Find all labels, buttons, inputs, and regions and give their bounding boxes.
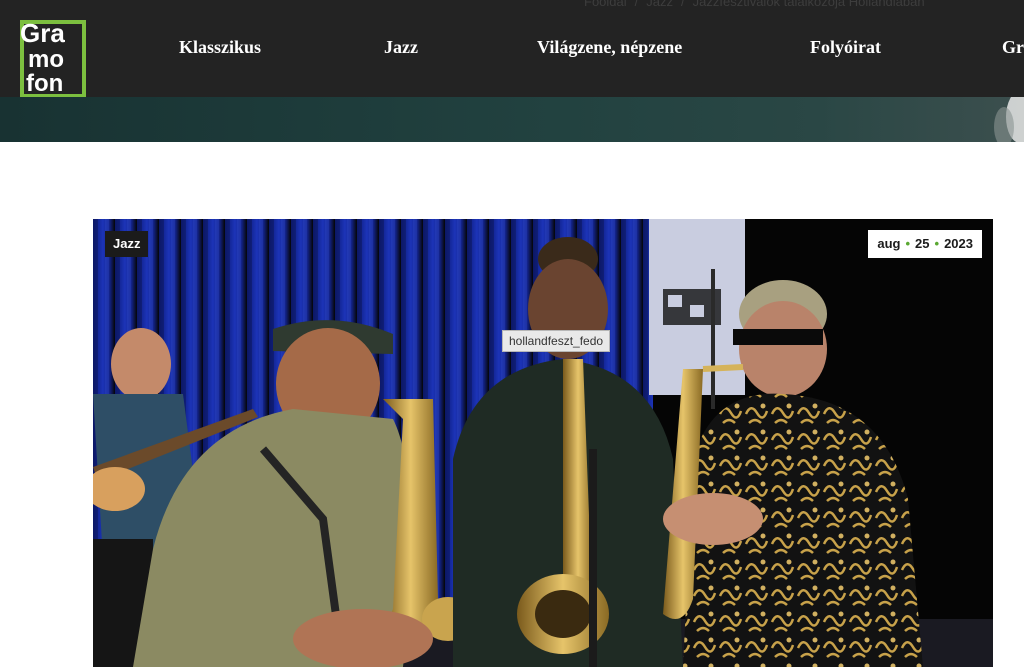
site-header: Főoldal / Jazz / Jazzfesztiválok találkozója… — [0, 0, 1024, 97]
hero-decoration — [994, 97, 1024, 142]
article-featured-image[interactable] — [93, 219, 993, 667]
main-nav: Klasszikus Jazz Világzene, népzene Folyó… — [0, 36, 1024, 60]
band-photo — [93, 219, 993, 667]
date-badge: aug • 25 • 2023 — [868, 230, 982, 258]
date-day: 25 — [915, 236, 930, 251]
breadcrumb-current: Jazzfesztiválok találkozója Hollandiában — [692, 0, 925, 9]
category-badge[interactable]: Jazz — [105, 231, 149, 257]
image-title-tooltip: hollandfeszt_fedo — [502, 330, 611, 352]
nav-item-klasszikus[interactable]: Klasszikus — [179, 36, 261, 58]
breadcrumb: Főoldal / Jazz / Jazzfesztiválok találkozója… — [584, 0, 925, 9]
breadcrumb-home[interactable]: Főoldal — [584, 0, 627, 9]
date-separator-dot: • — [905, 236, 911, 251]
nav-item-cut-off[interactable]: Gr — [1002, 36, 1024, 58]
date-month: aug — [877, 236, 901, 251]
nav-item-jazz[interactable]: Jazz — [384, 36, 418, 58]
breadcrumb-separator: / — [634, 0, 639, 9]
breadcrumb-separator: / — [681, 0, 685, 9]
breadcrumb-category[interactable]: Jazz — [646, 0, 673, 9]
page-hero-band — [0, 97, 1024, 142]
nav-item-folyoirat[interactable]: Folyóirat — [810, 36, 881, 58]
logo-text-line3: fon — [26, 70, 63, 97]
nav-item-vilagzene[interactable]: Világzene, népzene — [537, 36, 682, 58]
date-year: 2023 — [944, 236, 973, 251]
date-separator-dot: • — [934, 236, 940, 251]
